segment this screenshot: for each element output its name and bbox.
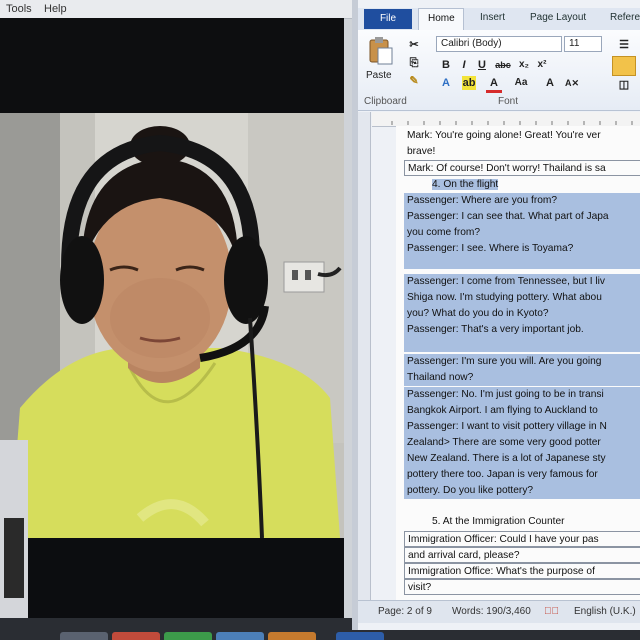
doc-line: Passenger: Where are you from? (404, 193, 640, 209)
font-color-icon[interactable]: A (486, 76, 502, 93)
doc-line: Passenger: That's a very important job. (404, 322, 640, 338)
taskbar-button-word[interactable] (336, 632, 384, 640)
section-heading: 4. On the flight (404, 177, 640, 193)
styles-icon[interactable] (612, 56, 636, 76)
shading-icon[interactable]: ◫ (616, 78, 632, 92)
language-indicator[interactable]: English (U.K.) (574, 606, 636, 617)
video-call-window: Tools Help (0, 0, 352, 640)
doc-line: Thailand now? (404, 370, 640, 386)
text-effects-icon[interactable]: A (438, 76, 454, 90)
taskbar-button[interactable] (268, 632, 316, 640)
word-count[interactable]: Words: 190/3,460 (452, 606, 531, 617)
clipboard-icon (369, 37, 393, 65)
doc-line: Bangkok Airport. I am flying to Auckland… (404, 403, 640, 419)
doc-line: Mark: Of course! Don't worry! Thailand i… (404, 160, 640, 176)
doc-line: pottery there too. Japan is very famous … (404, 467, 640, 483)
tab-home-label: Home (428, 13, 455, 24)
section-heading-text: 4. On the flight (432, 179, 499, 190)
tab-page-layout[interactable]: Page Layout (530, 12, 586, 23)
proofing-icon[interactable]: ✓⃝ (544, 606, 559, 617)
doc-line: Immigration Office: What's the purpose o… (404, 563, 640, 579)
clipboard-group-label: Clipboard (364, 96, 407, 107)
ribbon-home: Paste ✂ ⎘ ✎ Clipboard Calibri (Body) 11 … (358, 30, 640, 111)
doc-line: and arrival card, please? (404, 547, 640, 563)
horizontal-ruler[interactable] (372, 112, 640, 127)
doc-line (404, 499, 640, 515)
doc-line: Immigration Officer: Could I have your p… (404, 531, 640, 547)
taskbar-button[interactable] (216, 632, 264, 640)
document-page[interactable]: Mark: You're going alone! Great! You're … (396, 126, 640, 600)
clear-formatting-icon[interactable]: A✕ (564, 76, 580, 90)
font-size-select[interactable]: 11 (564, 36, 602, 52)
font-name-select[interactable]: Calibri (Body) (436, 36, 562, 52)
taskbar-button[interactable] (164, 632, 212, 640)
paste-label: Paste (366, 70, 392, 81)
menu-tools[interactable]: Tools (6, 3, 32, 15)
video-menubar: Tools Help (0, 0, 352, 19)
page-count[interactable]: Page: 2 of 9 (378, 606, 432, 617)
doc-line: Zealand> There are some very good potter (404, 435, 640, 451)
doc-line: New Zealand. There is a lot of Japanese … (404, 451, 640, 467)
doc-line: Shiga now. I'm studying pottery. What ab… (404, 290, 640, 306)
cut-icon[interactable]: ✂ (406, 38, 422, 52)
tab-home[interactable]: Home (418, 8, 464, 30)
tab-references[interactable]: Refere (610, 12, 640, 23)
change-case-button[interactable]: Aa (510, 76, 532, 90)
doc-line (404, 257, 640, 269)
vertical-ruler[interactable] (358, 112, 371, 602)
doc-line: you? What do you do in Kyoto? (404, 306, 640, 322)
status-bar: Page: 2 of 9 Words: 190/3,460 ✓⃝ English… (358, 600, 640, 623)
bold-button[interactable]: B (438, 58, 454, 72)
doc-line: Passenger: No. I'm just going to be in t… (404, 387, 640, 403)
tab-file[interactable]: File (364, 9, 412, 29)
ruler-ticks (391, 121, 633, 125)
subscript-button[interactable]: x₂ (516, 58, 532, 72)
tab-insert[interactable]: Insert (480, 12, 505, 23)
word-window: File Home Insert Page Layout Refere Past… (352, 0, 640, 630)
doc-line: visit? (404, 579, 640, 595)
doc-line (404, 338, 640, 352)
grow-font-button[interactable]: A (542, 76, 558, 90)
doc-line: pottery. Do you like pottery? (404, 483, 640, 499)
doc-line: Passenger: I come from Tennessee, but I … (404, 274, 640, 290)
italic-button[interactable]: I (456, 58, 472, 72)
doc-line: Passenger: I see. Where is Toyama? (404, 241, 640, 257)
highlight-color-icon[interactable]: ab (462, 76, 476, 90)
doc-line: you come from? (404, 225, 640, 241)
underline-button[interactable]: U (474, 58, 490, 72)
superscript-button[interactable]: x² (534, 58, 550, 72)
doc-line: Mark: You're going alone! Great! You're … (407, 130, 601, 141)
taskbar-button[interactable] (60, 632, 108, 640)
paste-button[interactable] (366, 36, 394, 66)
doc-line: brave! (407, 146, 436, 157)
doc-line: Passenger: I can see that. What part of … (404, 209, 640, 225)
format-painter-icon[interactable]: ✎ (406, 74, 422, 88)
section-heading: 5. At the Immigration Counter (432, 516, 565, 527)
doc-line: Passenger: I want to visit pottery villa… (404, 419, 640, 435)
strikethrough-button[interactable]: abc (492, 58, 514, 72)
doc-line: Passenger: I'm sure you will. Are you go… (404, 354, 640, 370)
video-image (0, 18, 344, 618)
taskbar-button[interactable] (112, 632, 160, 640)
copy-icon[interactable]: ⎘ (406, 56, 422, 70)
bullets-icon[interactable]: ☰ (616, 38, 632, 52)
font-group-label: Font (498, 96, 519, 107)
webcam-video-feed (0, 18, 344, 618)
menu-help[interactable]: Help (44, 3, 67, 15)
